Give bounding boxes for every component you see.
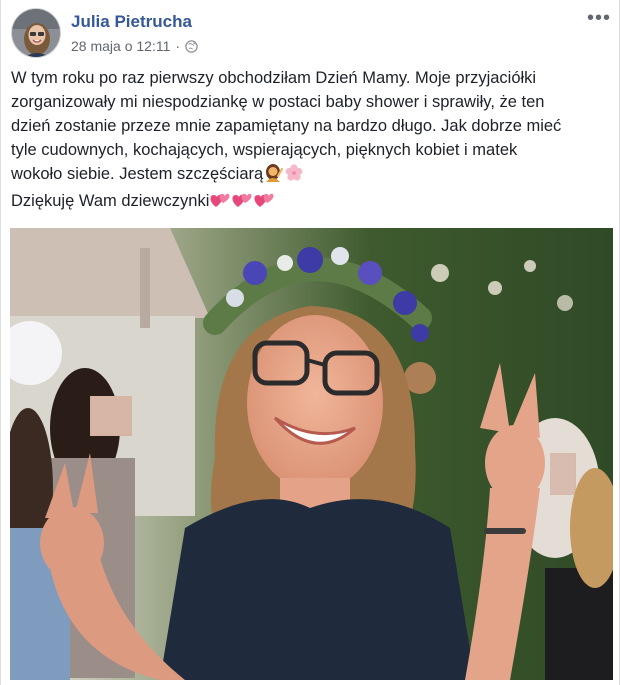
post-text-segment: wokoło siebie. Jestem szczęściarą — [11, 165, 264, 183]
author-name-link[interactable]: Julia Pietrucha — [71, 12, 192, 32]
post-text-line: tyle cudownych, kochających, wspierający… — [11, 141, 518, 159]
post-text: W tym roku po raz pierwszy obchodziłam D… — [11, 66, 611, 216]
sparkling-heart-emoji — [253, 191, 275, 216]
post-timestamp[interactable]: 28 maja o 12:11 — [71, 38, 170, 54]
author-avatar[interactable] — [11, 8, 61, 58]
post-text-line: dzień zostanie przeze mnie zapamiętany n… — [11, 117, 562, 135]
sparkling-heart-emoji — [231, 191, 253, 216]
woman-gesturing-emoji — [263, 164, 284, 189]
post-text-line: zorganizowały mi niespodziankę w postaci… — [11, 93, 545, 111]
cherry-blossom-emoji — [283, 164, 305, 189]
post-text-line-5: wokoło siebie. Jestem szczęściarą — [11, 162, 611, 189]
post-text-line: W tym roku po raz pierwszy obchodziłam D… — [11, 69, 537, 87]
globe-icon[interactable] — [185, 39, 198, 53]
sparkling-heart-emoji — [209, 191, 231, 216]
post-header: Julia Pietrucha 28 maja o 12:11 · ••• — [11, 8, 611, 60]
photo-illustration — [10, 228, 613, 680]
post-text-segment: Dziękuję Wam dziewczynki — [11, 192, 210, 210]
post-photo[interactable] — [10, 228, 613, 680]
post-meta: 28 maja o 12:11 · — [71, 38, 198, 54]
meta-separator: · — [175, 38, 181, 54]
post-text-line-6: Dziękuję Wam dziewczynki — [11, 189, 611, 216]
facebook-post: Julia Pietrucha 28 maja o 12:11 · ••• W … — [0, 0, 620, 685]
more-options-icon[interactable]: ••• — [587, 8, 611, 28]
